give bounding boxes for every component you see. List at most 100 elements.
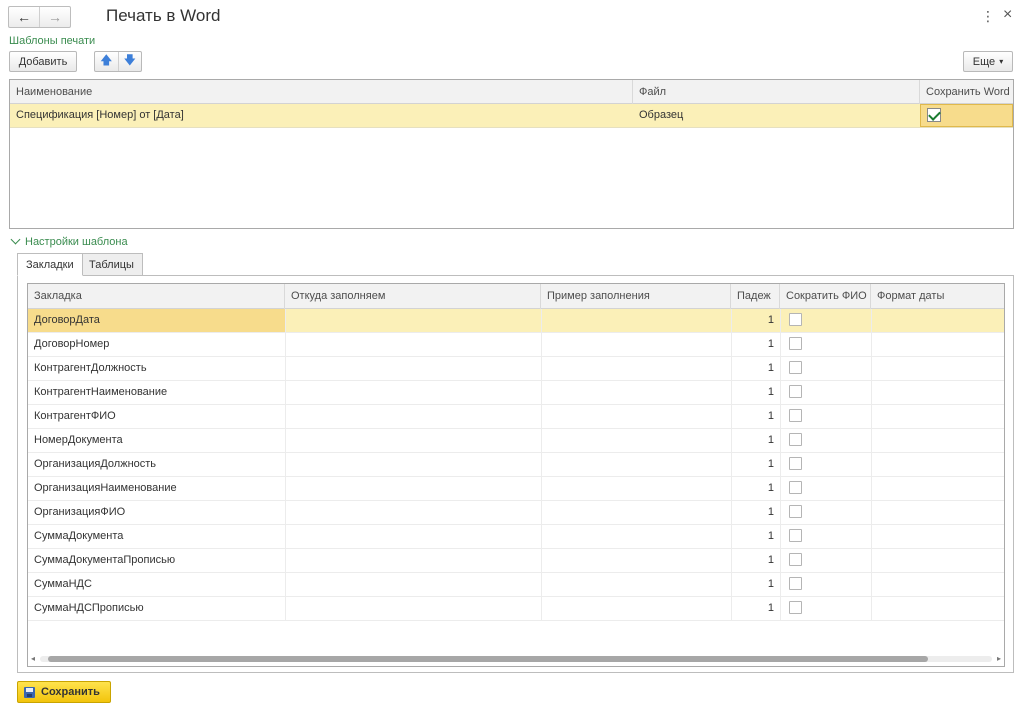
move-down-icon[interactable]: 🡇 xyxy=(119,52,142,71)
scroll-right-icon[interactable]: ▸ xyxy=(997,654,1001,663)
case-cell: 1 xyxy=(767,314,774,326)
table-row[interactable]: КонтрагентДолжность 1 xyxy=(28,357,1004,381)
case-cell: 1 xyxy=(767,482,774,494)
column-header-file[interactable]: Файл xyxy=(633,80,920,104)
case-cell: 1 xyxy=(767,602,774,614)
date-format-cell xyxy=(871,573,1004,596)
shorten-fio-checkbox[interactable] xyxy=(789,553,802,566)
date-format-cell xyxy=(871,429,1004,452)
example-cell xyxy=(541,429,731,452)
shorten-fio-checkbox[interactable] xyxy=(789,337,802,350)
source-cell xyxy=(285,333,541,356)
forward-arrow-icon[interactable]: → xyxy=(39,7,70,27)
navigation-buttons: ← → xyxy=(8,6,71,28)
source-cell xyxy=(285,309,541,332)
table-row[interactable]: ОрганизацияФИО 1 xyxy=(28,501,1004,525)
move-up-icon[interactable]: 🡅 xyxy=(95,52,119,71)
column-header-save-word[interactable]: Сохранить Word xyxy=(920,80,1013,104)
table-row[interactable]: ДоговорДата 1 xyxy=(28,309,1004,333)
shorten-fio-checkbox[interactable] xyxy=(789,433,802,446)
table-row[interactable]: СуммаНДС 1 xyxy=(28,573,1004,597)
source-cell xyxy=(285,453,541,476)
column-divider xyxy=(780,573,781,596)
shorten-fio-checkbox[interactable] xyxy=(789,577,802,590)
settings-section-toggle[interactable]: Настройки шаблона xyxy=(10,234,128,248)
shorten-fio-checkbox[interactable] xyxy=(789,409,802,422)
table-header: Закладка Откуда заполняем Пример заполне… xyxy=(28,284,1004,309)
scrollbar-track[interactable] xyxy=(40,656,992,662)
scroll-left-icon[interactable]: ◂ xyxy=(31,654,35,663)
source-cell xyxy=(285,429,541,452)
bookmark-cell: КонтрагентДолжность xyxy=(34,362,147,374)
settings-section-label: Настройки шаблона xyxy=(25,236,128,248)
bookmark-cell: ОрганизацияФИО xyxy=(34,506,126,518)
example-cell xyxy=(541,309,731,332)
column-header-name[interactable]: Наименование xyxy=(10,80,633,104)
table-row[interactable]: КонтрагентФИО 1 xyxy=(28,405,1004,429)
table-row[interactable]: ОрганизацияДолжность 1 xyxy=(28,453,1004,477)
column-divider xyxy=(780,477,781,500)
table-row[interactable]: Спецификация [Номер] от [Дата] Образец xyxy=(10,104,1013,128)
date-format-cell xyxy=(871,381,1004,404)
shorten-fio-checkbox[interactable] xyxy=(789,505,802,518)
add-button[interactable]: Добавить xyxy=(9,51,77,72)
table-row[interactable]: НомерДокумента 1 xyxy=(28,429,1004,453)
chevron-down-icon: ▾ xyxy=(999,57,1004,66)
example-cell xyxy=(541,405,731,428)
date-format-cell xyxy=(871,597,1004,620)
table-row[interactable]: СуммаДокументаПрописью 1 xyxy=(28,549,1004,573)
shorten-fio-checkbox[interactable] xyxy=(789,313,802,326)
save-button[interactable]: Сохранить xyxy=(17,681,111,703)
date-format-cell xyxy=(871,405,1004,428)
table-row[interactable]: КонтрагентНаименование 1 xyxy=(28,381,1004,405)
date-format-cell xyxy=(871,477,1004,500)
back-arrow-icon[interactable]: ← xyxy=(9,7,39,27)
case-cell: 1 xyxy=(767,530,774,542)
column-divider xyxy=(780,333,781,356)
example-cell xyxy=(541,525,731,548)
column-header-source[interactable]: Откуда заполняем xyxy=(285,284,541,309)
close-icon[interactable]: × xyxy=(1003,6,1012,24)
horizontal-scrollbar[interactable]: ◂ ▸ xyxy=(28,652,1004,666)
scrollbar-thumb[interactable] xyxy=(48,656,928,662)
save-word-checkbox[interactable] xyxy=(927,108,941,122)
case-cell: 1 xyxy=(767,458,774,470)
shorten-fio-checkbox[interactable] xyxy=(789,385,802,398)
shorten-fio-checkbox[interactable] xyxy=(789,361,802,374)
bookmarks-table[interactable]: Закладка Откуда заполняем Пример заполне… xyxy=(27,283,1005,667)
more-dropdown-button[interactable]: Еще ▾ xyxy=(963,51,1013,72)
source-cell xyxy=(285,525,541,548)
date-format-cell xyxy=(871,333,1004,356)
column-header-shorten-fio[interactable]: Сократить ФИО xyxy=(780,284,871,309)
shorten-fio-checkbox[interactable] xyxy=(789,601,802,614)
example-cell xyxy=(541,501,731,524)
column-divider xyxy=(780,429,781,452)
table-row[interactable]: СуммаНДСПрописью 1 xyxy=(28,597,1004,621)
table-row[interactable]: ОрганизацияНаименование 1 xyxy=(28,477,1004,501)
column-divider xyxy=(780,381,781,404)
shorten-fio-checkbox[interactable] xyxy=(789,457,802,470)
column-divider xyxy=(780,357,781,380)
table-header: Наименование Файл Сохранить Word xyxy=(10,80,1013,104)
more-actions-icon[interactable]: ⋮ xyxy=(981,8,995,25)
column-header-bookmark[interactable]: Закладка xyxy=(28,284,285,309)
column-header-date-format[interactable]: Формат даты xyxy=(871,284,1004,309)
case-cell: 1 xyxy=(767,506,774,518)
table-row[interactable]: ДоговорНомер 1 xyxy=(28,333,1004,357)
shorten-fio-checkbox[interactable] xyxy=(789,481,802,494)
templates-table[interactable]: Наименование Файл Сохранить Word Специфи… xyxy=(9,79,1014,229)
case-cell: 1 xyxy=(767,410,774,422)
table-row[interactable]: СуммаДокумента 1 xyxy=(28,525,1004,549)
column-divider xyxy=(780,549,781,572)
bookmark-cell: СуммаНДС xyxy=(34,578,92,590)
template-name-cell: Спецификация [Номер] от [Дата] xyxy=(16,109,184,121)
tab-tables[interactable]: Таблицы xyxy=(80,253,143,276)
date-format-cell xyxy=(871,357,1004,380)
shorten-fio-checkbox[interactable] xyxy=(789,529,802,542)
column-header-case[interactable]: Падеж xyxy=(731,284,780,309)
bookmark-cell: ДоговорНомер xyxy=(34,338,110,350)
example-cell xyxy=(541,333,731,356)
case-cell: 1 xyxy=(767,362,774,374)
tab-bookmarks[interactable]: Закладки xyxy=(17,253,83,276)
column-header-example[interactable]: Пример заполнения xyxy=(541,284,731,309)
